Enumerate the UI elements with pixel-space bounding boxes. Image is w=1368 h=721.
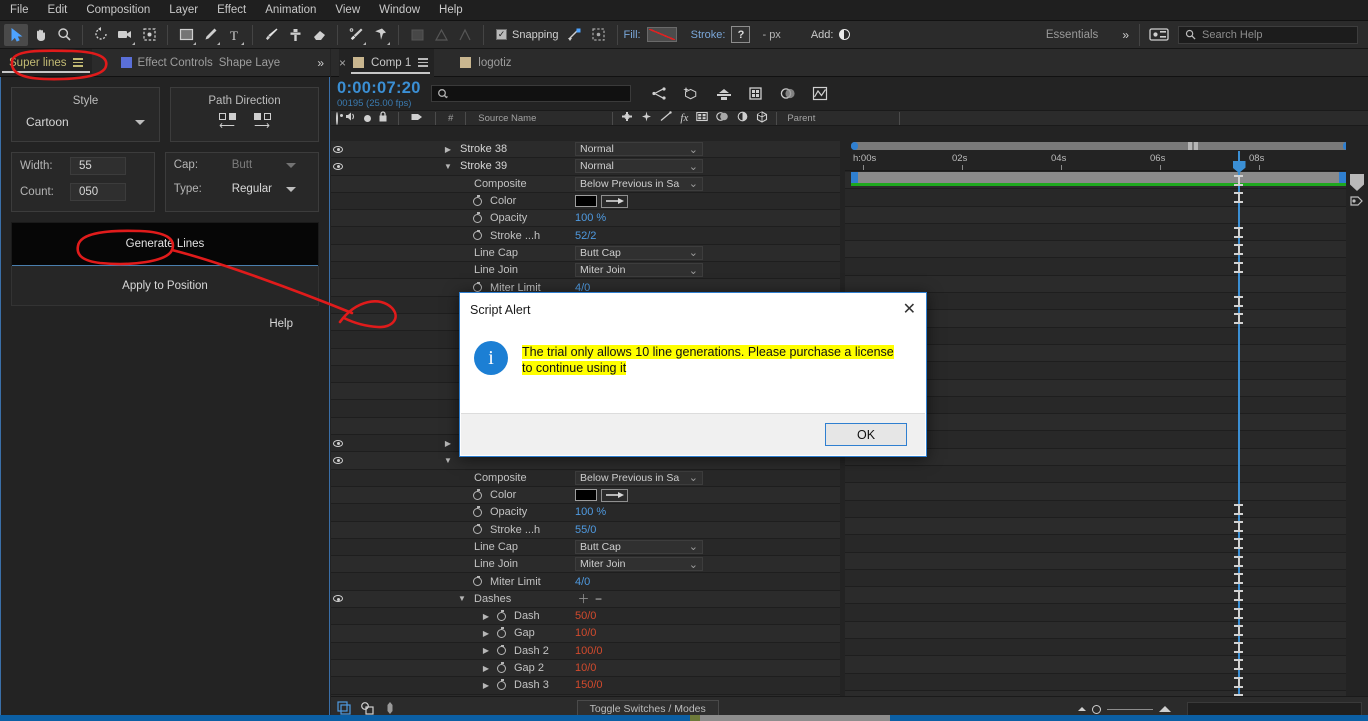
script-alert-dialog: Script Alert ✕ i The trial only allows 1… [459, 292, 927, 457]
dialog-message: The trial only allows 10 line generation… [522, 341, 894, 376]
close-icon[interactable]: ✕ [903, 302, 916, 318]
dialog-footer: OK [461, 413, 925, 455]
taskbar-strip [0, 715, 1368, 721]
dialog-title: Script Alert [470, 303, 531, 317]
after-effects-window: File Edit Composition Layer Effect Anima… [0, 0, 1368, 721]
info-icon: i [474, 341, 508, 375]
dialog-body: i The trial only allows 10 line generati… [460, 327, 926, 414]
dialog-titlebar: Script Alert ✕ [460, 293, 926, 327]
dialog-overlay: Script Alert ✕ i The trial only allows 1… [0, 0, 1368, 721]
dialog-message-text: The trial only allows 10 line generation… [522, 345, 894, 375]
ok-button[interactable]: OK [825, 423, 907, 446]
